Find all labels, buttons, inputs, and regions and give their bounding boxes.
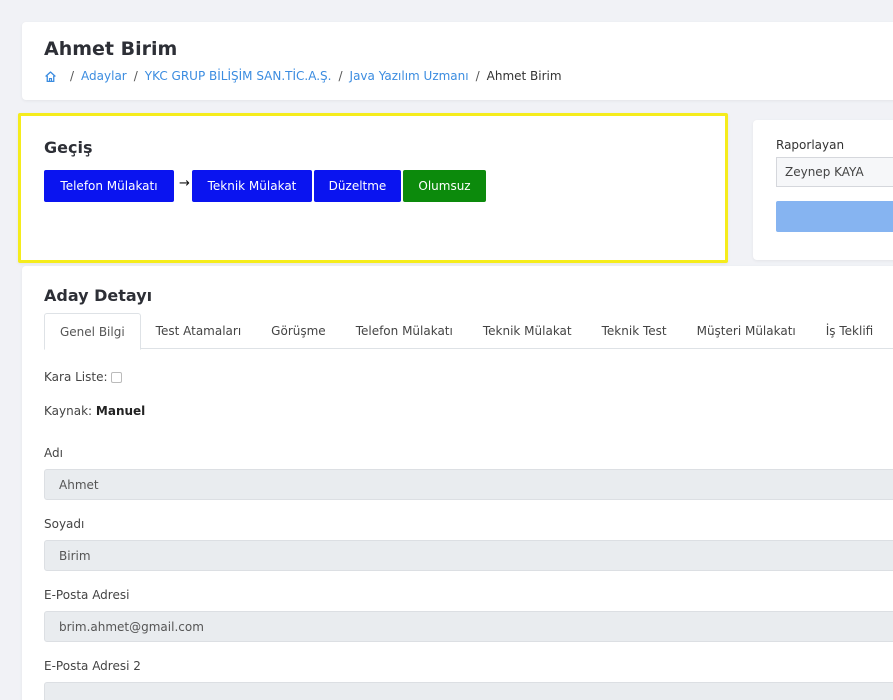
email2-label: E-Posta Adresi 2 xyxy=(44,659,141,673)
tab-test-assignments[interactable]: Test Atamaları xyxy=(141,313,257,349)
last-name-input[interactable]: Birim xyxy=(44,540,893,571)
tab-meeting[interactable]: Görüşme xyxy=(256,313,341,349)
breadcrumb-link-company[interactable]: YKC GRUP BİLİŞİM SAN.TİC.A.Ş. xyxy=(145,69,332,83)
home-icon[interactable] xyxy=(44,70,57,83)
tab-customer-interview[interactable]: Müşteri Mülakatı xyxy=(682,313,811,349)
reporter-label: Raporlayan xyxy=(776,138,845,152)
reporter-submit-button[interactable] xyxy=(776,201,893,232)
blacklist-label: Kara Liste: xyxy=(44,370,108,384)
correction-button[interactable]: Düzeltme xyxy=(314,170,401,202)
tab-job-offer[interactable]: İş Teklifi xyxy=(811,313,888,349)
breadcrumb-link-candidates[interactable]: Adaylar xyxy=(81,69,127,83)
breadcrumb-separator: / xyxy=(70,69,75,83)
breadcrumb-separator: / xyxy=(338,69,343,83)
source-value: Manuel xyxy=(95,404,146,418)
tab-technical-interview[interactable]: Teknik Mülakat xyxy=(468,313,587,349)
source-row: Kaynak: Manuel xyxy=(44,404,145,418)
tab-general-info[interactable]: Genel Bilgi xyxy=(44,313,141,350)
blacklist-row: Kara Liste: xyxy=(44,370,122,384)
breadcrumb-current: Ahmet Birim xyxy=(486,69,562,83)
phone-interview-button[interactable]: Telefon Mülakatı xyxy=(44,170,174,202)
transition-card: Geçiş Telefon Mülakatı → Teknik Mülakat … xyxy=(18,113,728,263)
email-input[interactable]: brim.ahmet@gmail.com xyxy=(44,611,893,642)
breadcrumb-separator: / xyxy=(475,69,480,83)
breadcrumb: / Adaylar / YKC GRUP BİLİŞİM SAN.TİC.A.Ş… xyxy=(44,69,562,83)
first-name-input[interactable]: Ahmet xyxy=(44,469,893,500)
header-card: Ahmet Birim / Adaylar / YKC GRUP BİLİŞİM… xyxy=(22,22,893,100)
source-label: Kaynak: xyxy=(44,404,93,418)
last-name-label: Soyadı xyxy=(44,517,85,531)
candidate-detail-card: Aday Detayı Genel Bilgi Test Atamaları G… xyxy=(22,266,893,700)
reporter-select[interactable]: Zeynep KAYA xyxy=(776,157,893,187)
blacklist-checkbox[interactable] xyxy=(110,371,122,383)
page-title: Ahmet Birim xyxy=(44,38,178,60)
tab-technical-test[interactable]: Teknik Test xyxy=(587,313,682,349)
technical-interview-button[interactable]: Teknik Mülakat xyxy=(192,170,312,202)
arrow-right-icon: → xyxy=(179,176,190,191)
detail-tabs: Genel Bilgi Test Atamaları Görüşme Telef… xyxy=(44,313,893,350)
email-label: E-Posta Adresi xyxy=(44,588,130,602)
reporter-card: Raporlayan Zeynep KAYA xyxy=(753,120,893,260)
detail-title: Aday Detayı xyxy=(44,286,153,305)
first-name-label: Adı xyxy=(44,446,63,460)
tab-phone-interview[interactable]: Telefon Mülakatı xyxy=(341,313,468,349)
transition-title: Geçiş xyxy=(44,138,93,157)
breadcrumb-link-position[interactable]: Java Yazılım Uzmanı xyxy=(350,69,469,83)
breadcrumb-separator: / xyxy=(133,69,138,83)
negative-button[interactable]: Olumsuz xyxy=(403,170,486,202)
email2-input[interactable] xyxy=(44,682,893,700)
